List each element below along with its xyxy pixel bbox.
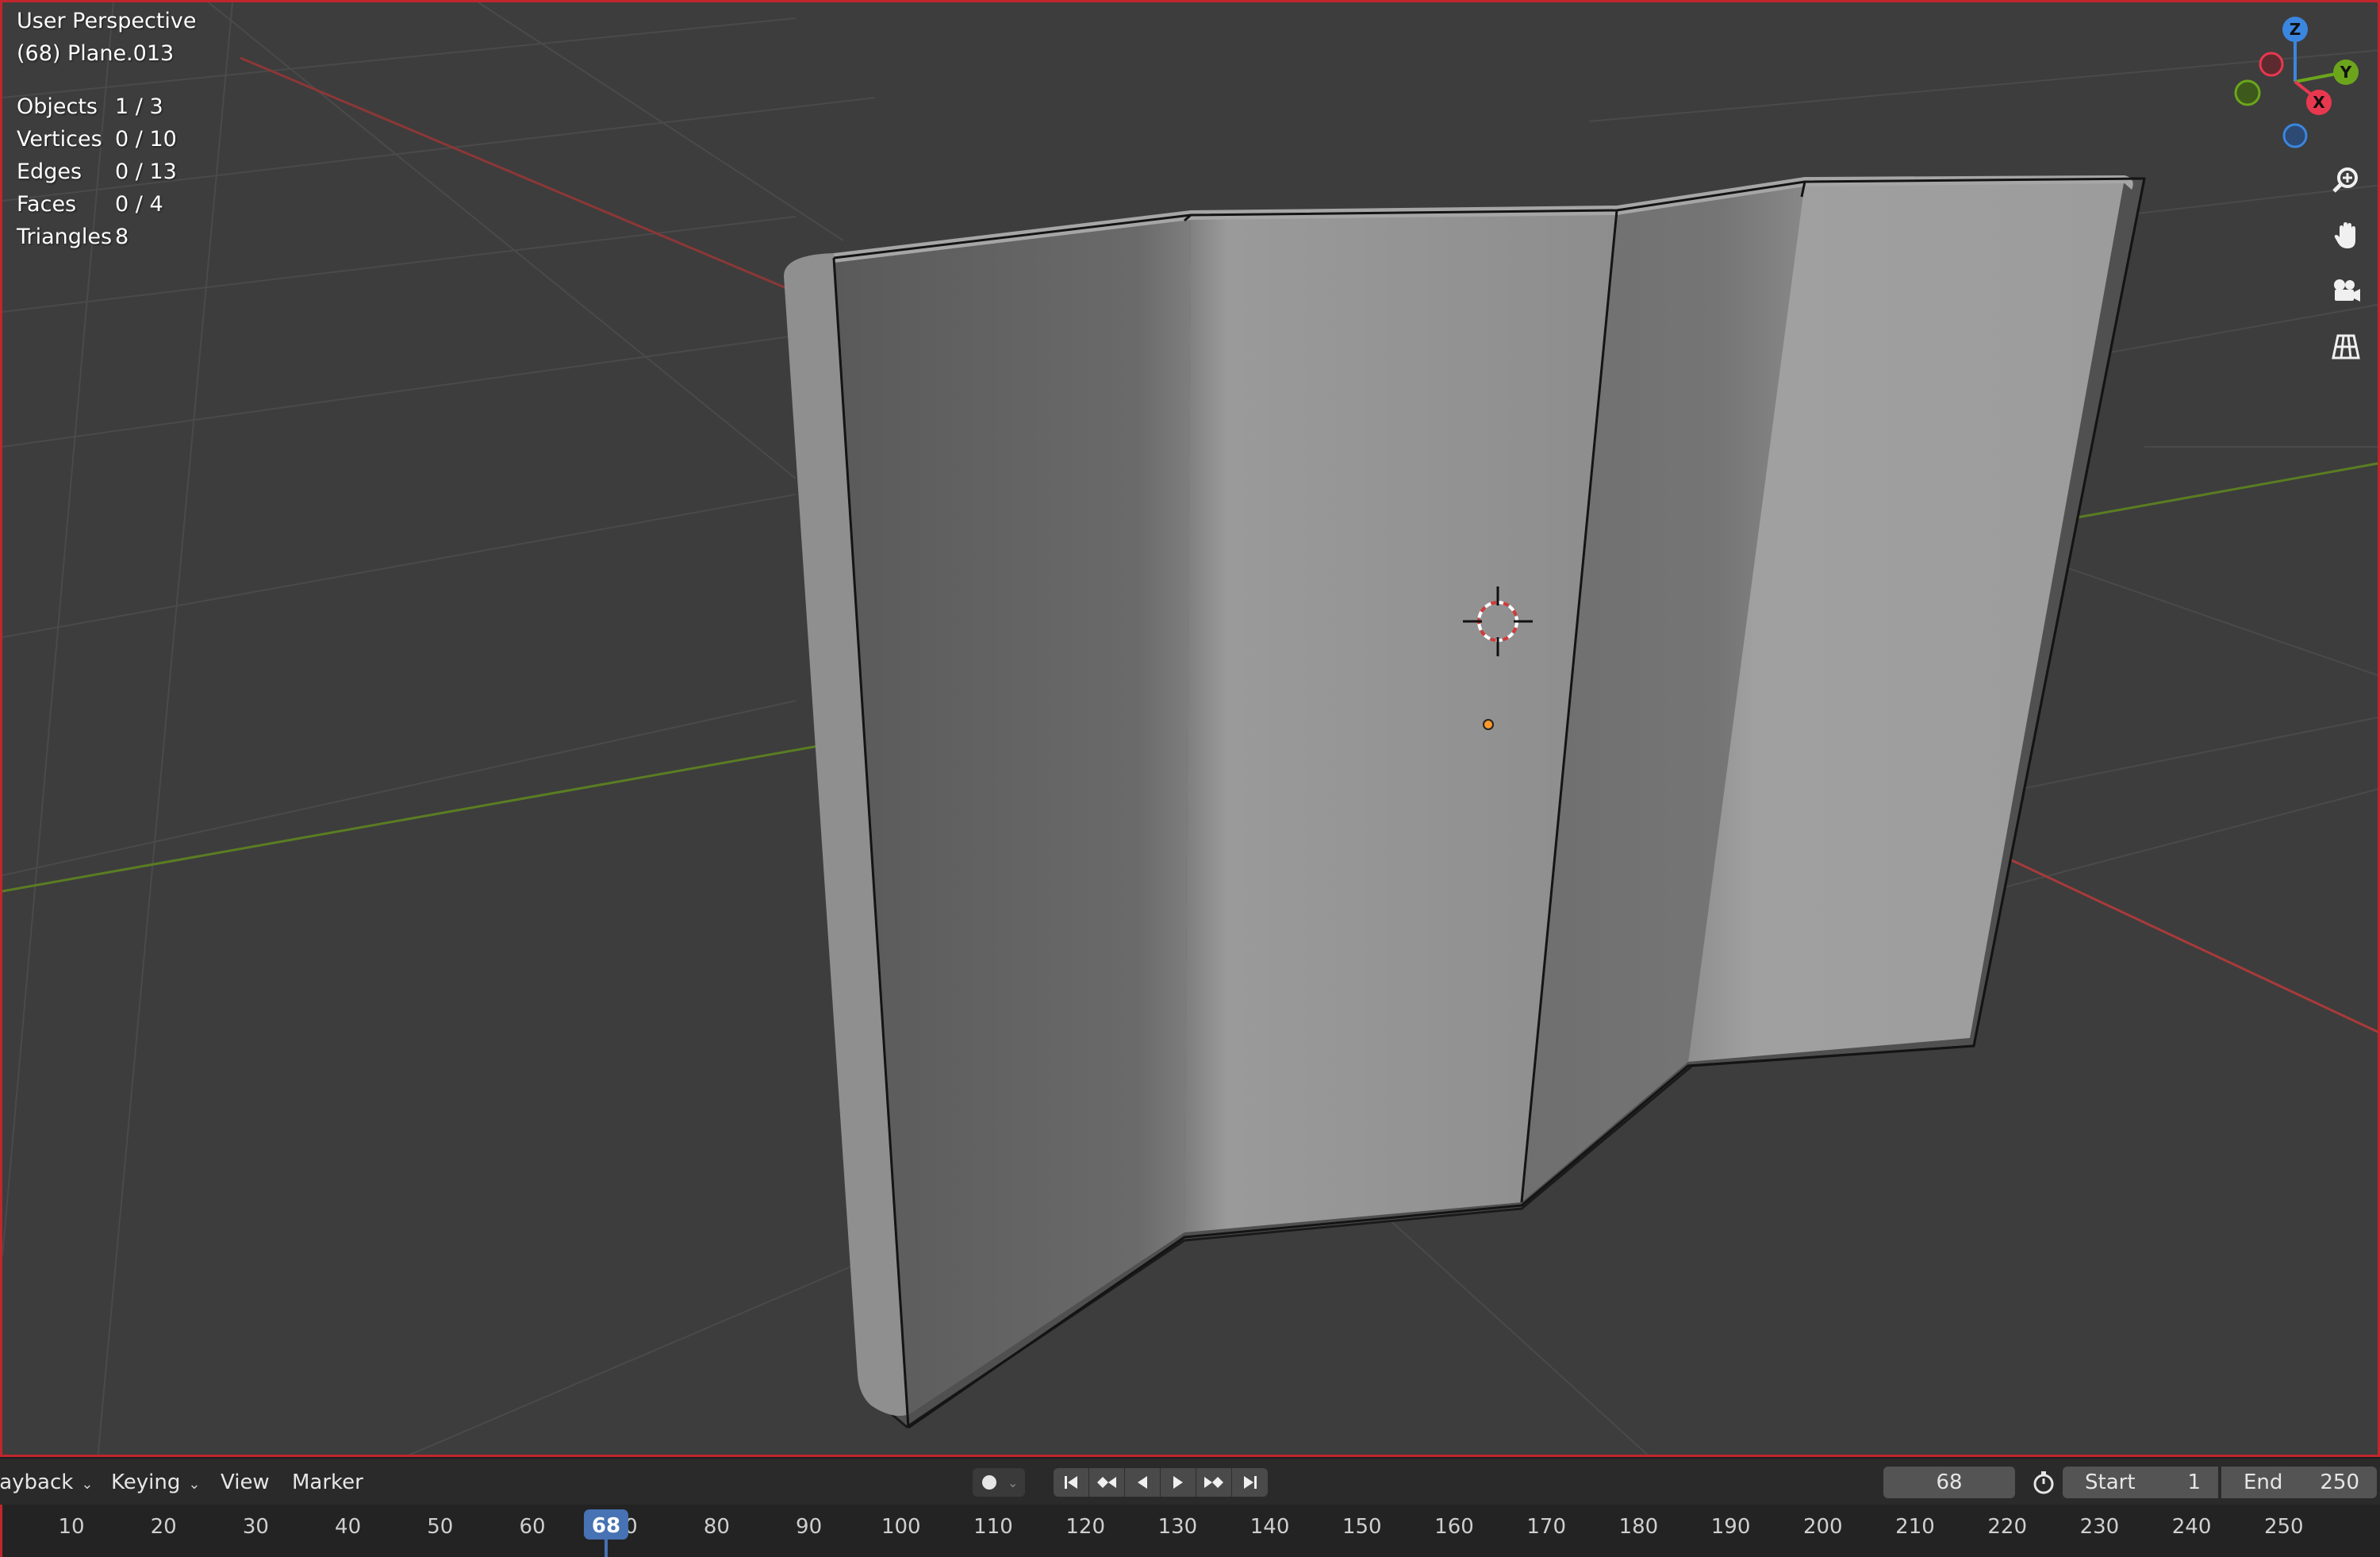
ruler-tick-label: 60 <box>519 1515 545 1539</box>
stats-edges: Edges 0 / 13 <box>17 160 177 184</box>
ruler-tick-label: 160 <box>1434 1515 1474 1539</box>
ruler-tick-label: 150 <box>1342 1515 1382 1539</box>
ruler-tick-label: 180 <box>1619 1515 1659 1539</box>
ruler-tick-label: 40 <box>335 1515 361 1539</box>
stats-vertices: Vertices 0 / 10 <box>17 127 177 152</box>
ruler-tick-label: 90 <box>796 1515 822 1539</box>
ruler-tick-label: 10 <box>58 1515 84 1539</box>
zoom-icon[interactable] <box>2324 158 2368 202</box>
chevron-down-icon: ⌄ <box>188 1476 201 1493</box>
jump-to-start-icon[interactable] <box>1054 1468 1089 1497</box>
stat-value: 0 / 10 <box>115 127 177 152</box>
marker-menu[interactable]: Marker <box>292 1468 363 1497</box>
playback-menu[interactable]: layback ⌄ <box>0 1468 93 1497</box>
stat-label: Objects <box>17 94 98 119</box>
start-frame-field[interactable]: Start 1 <box>2063 1467 2218 1498</box>
ruler-tick-label: 190 <box>1711 1515 1751 1539</box>
stat-value: 1 / 3 <box>115 94 163 119</box>
end-value: 250 <box>2320 1470 2359 1494</box>
orthographic-grid-icon[interactable] <box>2324 325 2368 369</box>
ruler-tick-label: 30 <box>243 1515 269 1539</box>
x-axis-line <box>240 56 797 294</box>
start-value: 1 <box>2187 1470 2201 1494</box>
pan-hand-icon[interactable] <box>2324 213 2368 258</box>
ruler-tick-label: 100 <box>881 1515 921 1539</box>
neg-z-handle <box>2282 123 2308 148</box>
next-keyframe-icon[interactable] <box>1196 1468 1232 1497</box>
chevron-down-icon: ⌄ <box>81 1476 94 1493</box>
chevron-down-icon[interactable]: ⌄ <box>1008 1475 1018 1490</box>
ruler-tick-label: 210 <box>1895 1515 1935 1539</box>
jump-to-end-icon[interactable] <box>1232 1468 1268 1497</box>
ruler-tick-label: 200 <box>1803 1515 1843 1539</box>
stat-label: Triangles <box>17 225 113 249</box>
playback-menu-label: layback <box>0 1470 74 1494</box>
stat-value: 8 <box>115 225 129 249</box>
stat-value: 0 / 13 <box>115 160 177 184</box>
x-label: X <box>2313 93 2325 112</box>
stat-value: 0 / 4 <box>115 192 163 217</box>
prev-keyframe-icon[interactable] <box>1089 1468 1125 1497</box>
keying-menu[interactable]: Keying ⌄ <box>111 1468 200 1497</box>
timeline-header: layback ⌄ Keying ⌄ View Marker ⌄ 68 Star… <box>0 1457 2380 1506</box>
ruler-canvas[interactable]: 10 20 30 40 50 60 80 90 100 110 120 130 140 150 160 170… <box>2 1505 2380 1557</box>
y-axis-line-right <box>2072 462 2378 520</box>
ruler-tick-label: 110 <box>973 1515 1013 1539</box>
scene-canvas[interactable] <box>2 2 2380 1457</box>
keying-menu-label: Keying <box>111 1470 181 1494</box>
stats-triangles: Triangles 8 <box>17 225 129 249</box>
end-frame-field[interactable]: End 250 <box>2221 1467 2377 1498</box>
ruler-tick-label: 230 <box>2080 1515 2120 1539</box>
playback-controls <box>1054 1468 1268 1497</box>
ruler-tick-label: 170 <box>1526 1515 1566 1539</box>
ruler-tick-label: 20 <box>151 1515 177 1539</box>
neg-y-handle <box>2234 79 2261 106</box>
stat-label: Edges <box>17 160 83 184</box>
play-reverse-icon[interactable] <box>1125 1468 1161 1497</box>
timeline-ruler[interactable]: 10 20 30 40 50 60 80 90 100 110 120 130 140 150 160 170… <box>0 1505 2380 1557</box>
ruler-tick-label: 140 <box>1250 1515 1290 1539</box>
start-label: Start <box>2085 1470 2136 1494</box>
z-label: Z <box>2290 20 2301 39</box>
auto-keying-button[interactable]: ⌄ <box>973 1468 1025 1497</box>
stopwatch-icon[interactable] <box>2028 1468 2059 1497</box>
ruler-tick-label: 220 <box>1987 1515 2027 1539</box>
neg-x-handle <box>2259 52 2284 77</box>
ruler-tick-label: 50 <box>427 1515 453 1539</box>
ruler-tick-label: 250 <box>2264 1515 2304 1539</box>
stat-label: Vertices <box>17 127 102 152</box>
3d-viewport[interactable]: User Perspective (68) Plane.013 Objects 1… <box>0 0 2380 1457</box>
camera-icon[interactable] <box>2324 269 2368 313</box>
view-menu[interactable]: View <box>221 1468 270 1497</box>
navigation-gizmo[interactable]: Z Y X <box>2216 10 2374 153</box>
ruler-tick-label: 240 <box>2172 1515 2212 1539</box>
record-icon <box>982 1475 996 1490</box>
ruler-tick-label: 120 <box>1065 1515 1105 1539</box>
active-object-name: (68) Plane.013 <box>17 41 175 66</box>
stats-objects: Objects 1 / 3 <box>17 94 163 119</box>
stats-faces: Faces 0 / 4 <box>17 192 163 217</box>
ruler-tick-label: 130 <box>1158 1515 1198 1539</box>
stat-label: Faces <box>17 192 77 217</box>
y-label: Y <box>2340 63 2352 82</box>
end-label: End <box>2244 1470 2283 1494</box>
blender-window: User Perspective (68) Plane.013 Objects 1… <box>0 0 2380 1557</box>
plane-013-mesh <box>784 175 2146 1429</box>
current-frame-field[interactable]: 68 <box>1883 1467 2015 1498</box>
ruler-tick-label: 80 <box>704 1515 730 1539</box>
view-title: User Perspective <box>17 9 197 33</box>
object-origin <box>1483 719 1494 730</box>
playhead-frame-label: 68 <box>592 1514 620 1538</box>
y-axis-line <box>2 743 828 893</box>
play-icon[interactable] <box>1161 1468 1196 1497</box>
